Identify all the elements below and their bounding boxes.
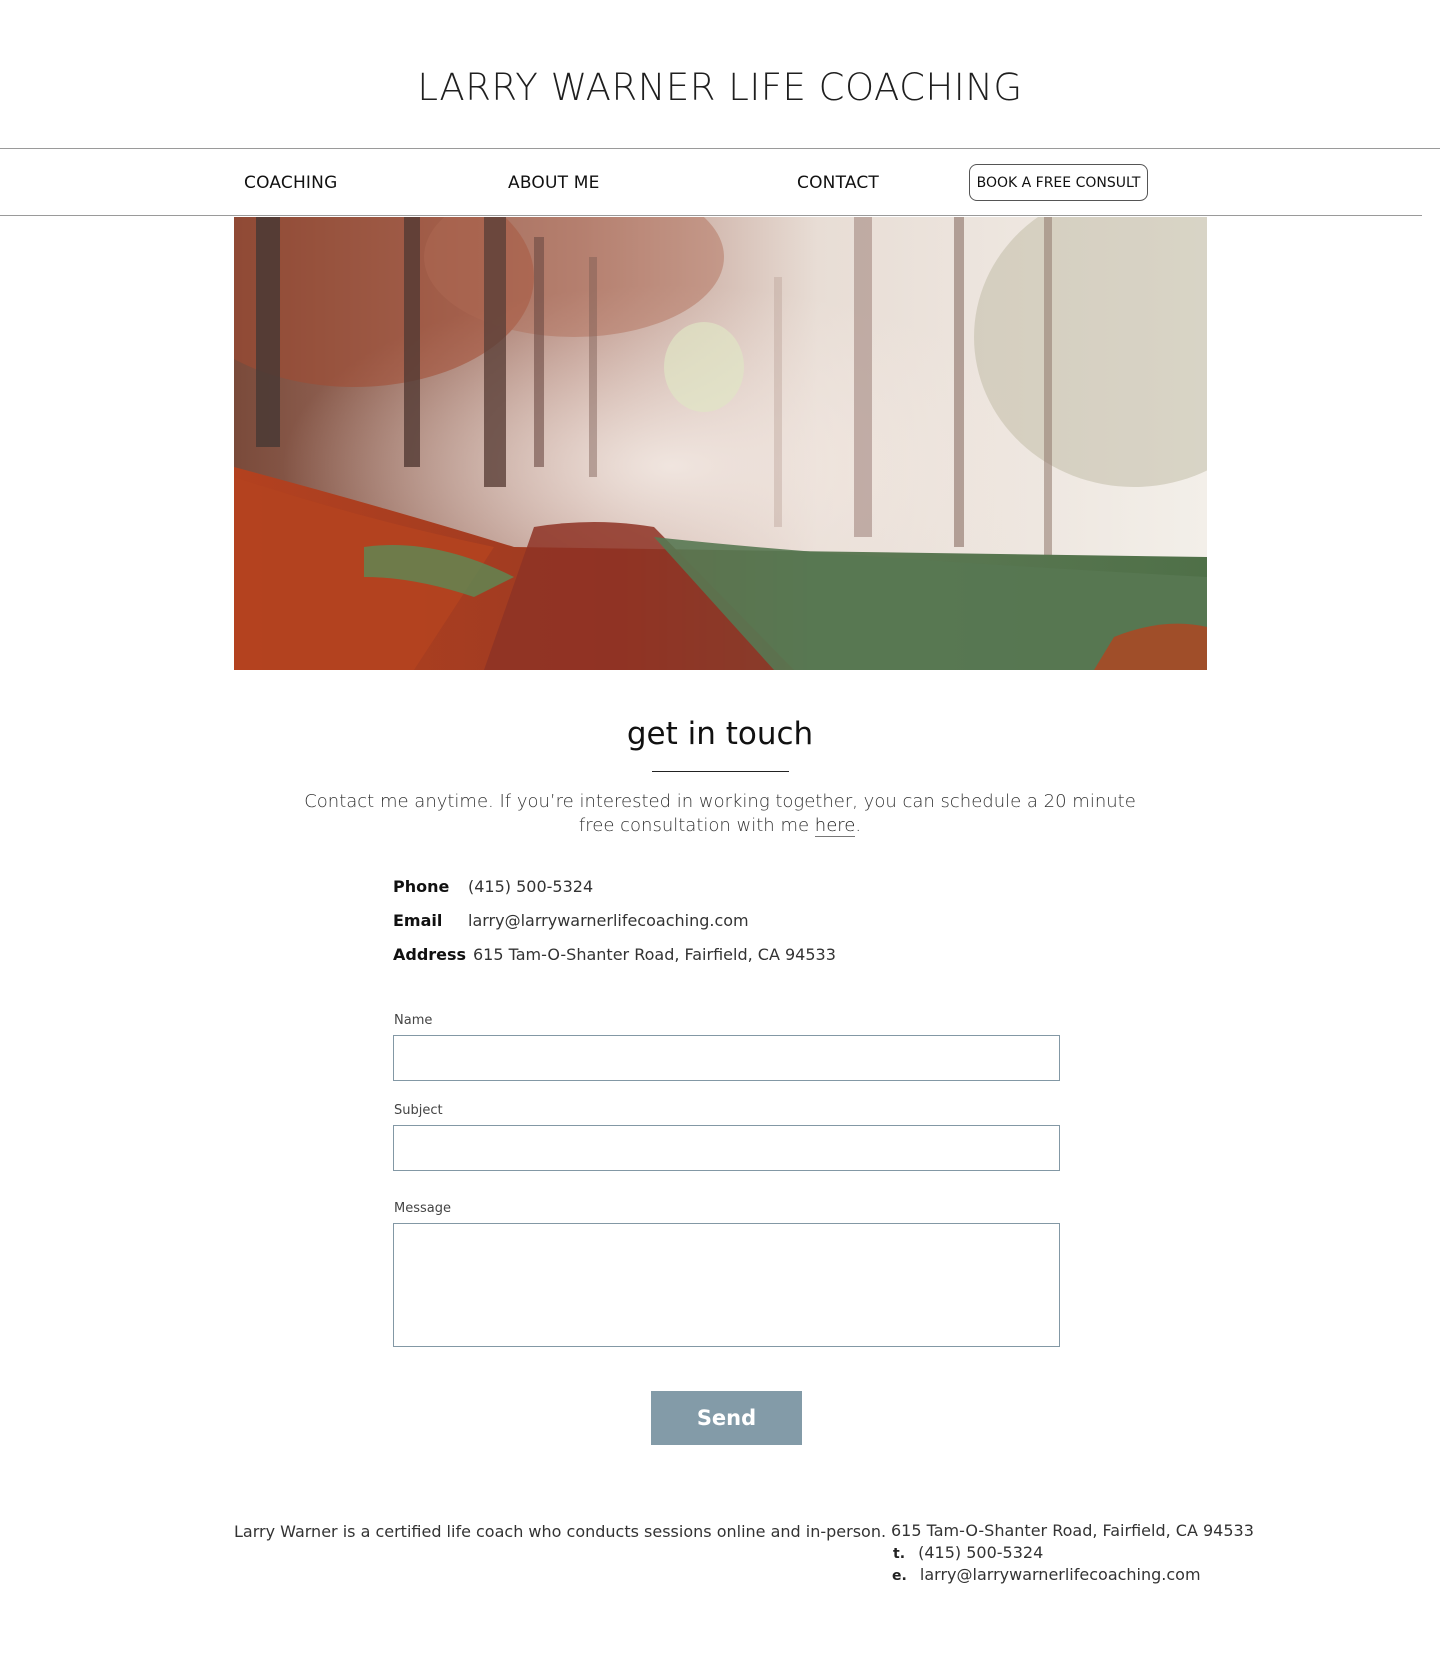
footer-phone-row: t. (415) 500-5324 <box>893 1543 1043 1562</box>
nav-divider-bottom <box>0 215 1422 216</box>
phone-label: Phone <box>393 877 450 896</box>
address-label: Address <box>393 945 467 964</box>
schedule-here-link[interactable]: here <box>814 815 856 837</box>
footer-email[interactable]: larry@larrywarnerlifecoaching.com <box>920 1565 1201 1584</box>
name-label: Name <box>394 1013 433 1028</box>
site-title[interactable]: LARRY WARNER LIFE COACHING <box>0 66 1440 109</box>
message-textarea[interactable] <box>393 1223 1060 1347</box>
forest-path-illustration <box>234 217 1207 670</box>
contact-intro: Contact me anytime. If you’re interested… <box>300 790 1140 838</box>
footer-email-prefix: e. <box>892 1568 907 1584</box>
intro-end: . <box>855 815 862 836</box>
phone-value[interactable]: (415) 500-5324 <box>468 877 593 896</box>
send-button[interactable]: Send <box>651 1391 802 1445</box>
book-free-consult-button[interactable]: BOOK A FREE CONSULT <box>969 164 1148 201</box>
contact-heading: get in touch <box>626 716 814 752</box>
address-value: 615 Tam-O-Shanter Road, Fairfield, CA 94… <box>473 945 836 964</box>
nav-item-about-me[interactable]: ABOUT ME <box>508 173 600 193</box>
nav-divider-top <box>0 148 1440 149</box>
email-label: Email <box>393 911 443 930</box>
footer-phone-prefix: t. <box>893 1546 906 1562</box>
footer-email-row: e. larry@larrywarnerlifecoaching.com <box>892 1565 1201 1584</box>
hero-image <box>234 217 1207 670</box>
subject-input[interactable] <box>393 1125 1060 1171</box>
heading-underline <box>652 771 789 772</box>
footer-phone[interactable]: (415) 500-5324 <box>918 1543 1043 1562</box>
nav-item-coaching[interactable]: COACHING <box>244 173 337 193</box>
message-label: Message <box>394 1201 451 1216</box>
name-input[interactable] <box>393 1035 1060 1081</box>
email-value[interactable]: larry@larrywarnerlifecoaching.com <box>468 911 749 930</box>
subject-label: Subject <box>394 1103 443 1118</box>
footer-address: 615 Tam-O-Shanter Road, Fairfield, CA 94… <box>891 1521 1254 1540</box>
intro-text: Contact me anytime. If you’re interested… <box>304 791 1136 836</box>
footer-about-text: Larry Warner is a certified life coach w… <box>234 1522 887 1541</box>
nav-item-contact[interactable]: CONTACT <box>797 173 879 193</box>
